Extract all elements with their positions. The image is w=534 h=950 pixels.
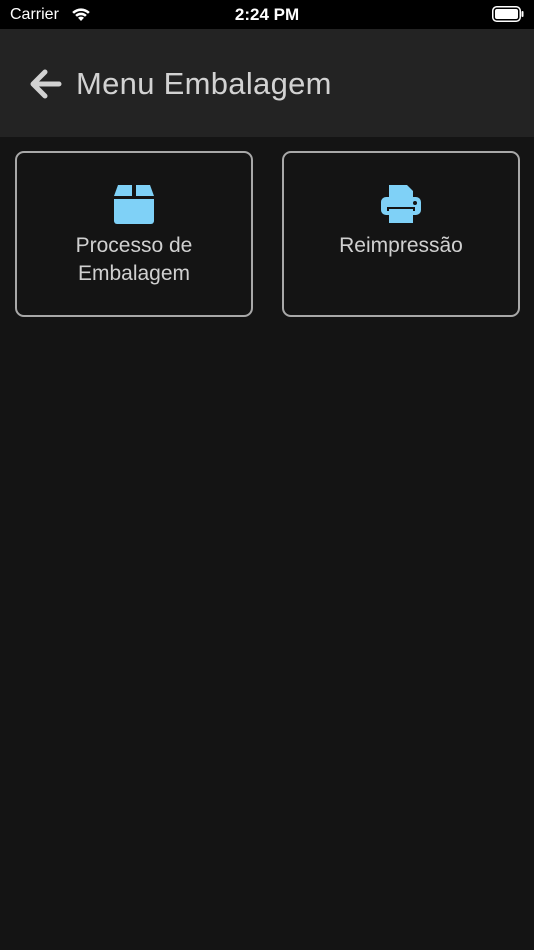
packing-process-button[interactable]: Processo de Embalagem: [15, 151, 253, 317]
back-button[interactable]: [24, 63, 66, 105]
reprint-label: Reimpressão: [339, 234, 463, 257]
packing-process-label: Processo de Embalagem: [75, 234, 193, 285]
header: Menu Embalagem: [0, 29, 534, 137]
printer-icon: [381, 185, 421, 223]
page-title: Menu Embalagem: [76, 66, 332, 101]
status-time: 2:24 PM: [234, 5, 300, 24]
box-icon: [114, 185, 154, 224]
arrow-left-icon: [30, 69, 62, 99]
reprint-button[interactable]: Reimpressão: [282, 151, 520, 317]
battery-icon: [492, 6, 524, 22]
status-bar: Carrier 2:24 PM: [0, 0, 534, 29]
